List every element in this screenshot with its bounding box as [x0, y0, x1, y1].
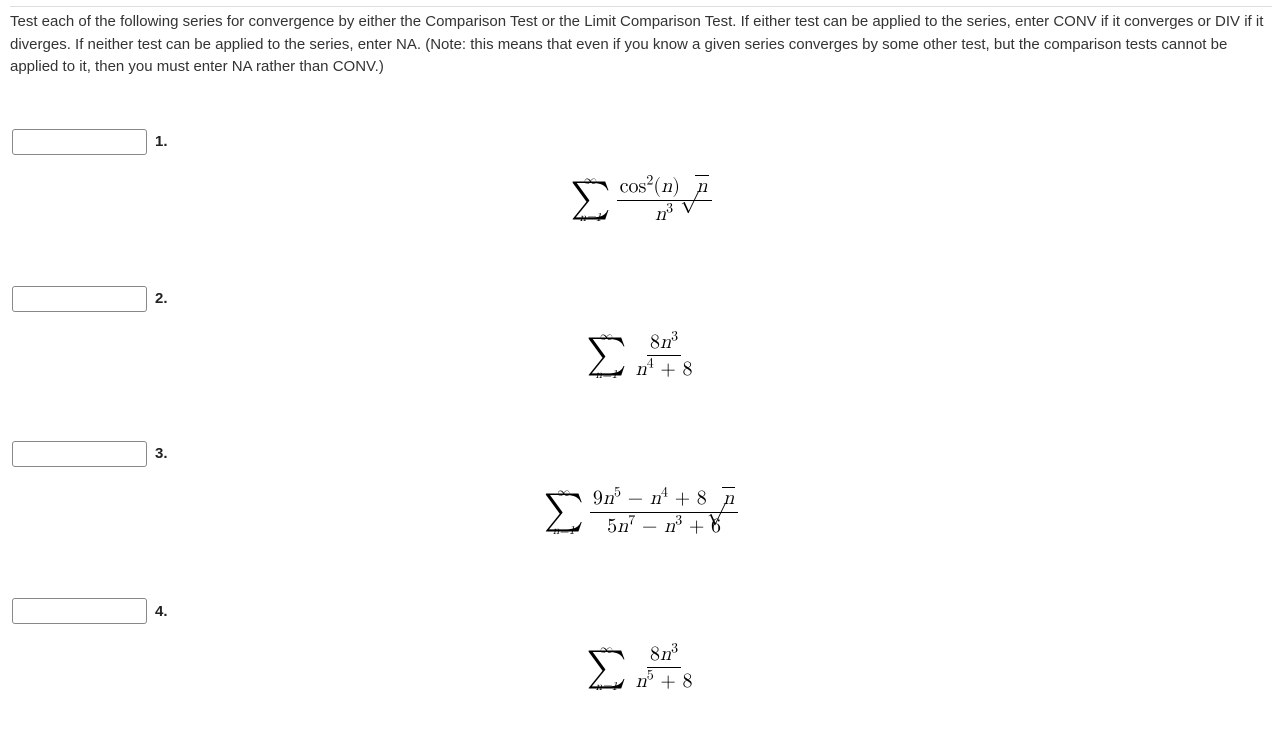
- sigma-bottom: n=1: [580, 212, 602, 224]
- answer-input-3[interactable]: [12, 441, 147, 467]
- formula-2: ∞ ∑ n=1 8n3 n4 + 8: [586, 330, 695, 381]
- answer-input-1[interactable]: [12, 129, 147, 155]
- sigma-symbol: ∑: [586, 653, 626, 683]
- instructions-text: Test each of the following series for co…: [10, 6, 1272, 79]
- problem-number-3: 3.: [155, 445, 168, 462]
- sigma-symbol: ∑: [570, 184, 610, 214]
- problem-4: 4. ∞ ∑ n=1 8n3 n5 + 8: [10, 598, 1272, 693]
- formula-1: ∞ ∑ n=1 cos2(n)√n n3: [570, 173, 711, 226]
- problem-number-1: 1.: [155, 133, 168, 150]
- sigma-bottom: n=1: [553, 525, 575, 537]
- answer-input-4[interactable]: [12, 598, 147, 624]
- sigma-symbol: ∑: [544, 496, 584, 526]
- problem-3: 3. ∞ ∑ n=1 9n5 − n4 + 8√n 5n7 − n3 + 6: [10, 441, 1272, 538]
- formula-4: ∞ ∑ n=1 8n3 n5 + 8: [586, 642, 695, 693]
- sigma-bottom: n=1: [596, 369, 618, 381]
- problem-2: 2. ∞ ∑ n=1 8n3 n4 + 8: [10, 286, 1272, 381]
- answer-input-2[interactable]: [12, 286, 147, 312]
- problem-number-4: 4.: [155, 603, 168, 620]
- formula-3: ∞ ∑ n=1 9n5 − n4 + 8√n 5n7 − n3 + 6: [544, 485, 739, 538]
- sigma-symbol: ∑: [586, 340, 626, 370]
- problem-1: 1. ∞ ∑ n=1 cos2(n)√n n3: [10, 129, 1272, 226]
- sigma-bottom: n=1: [596, 681, 618, 693]
- problem-number-2: 2.: [155, 290, 168, 307]
